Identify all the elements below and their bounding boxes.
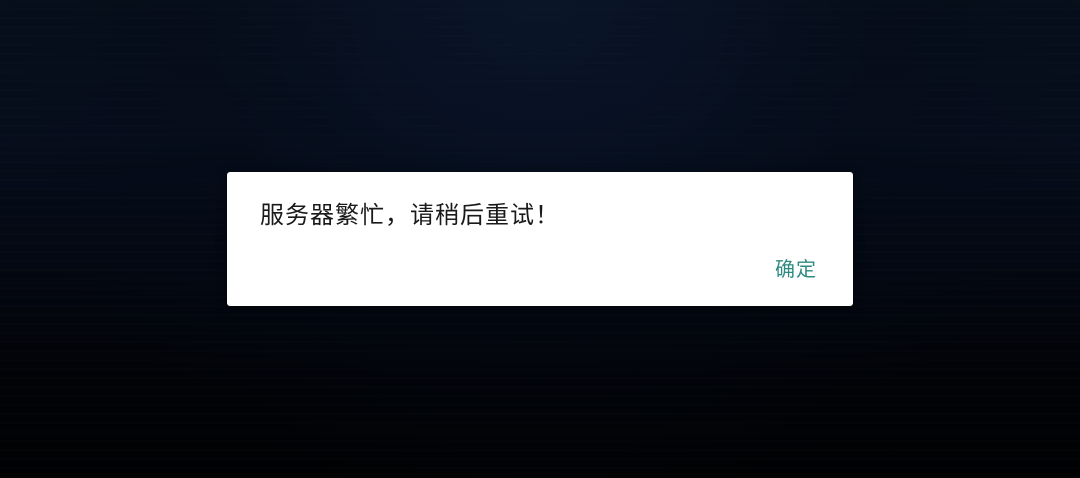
dialog-message: 服务器繁忙，请稍后重试！: [260, 201, 560, 229]
confirm-button[interactable]: 确定: [773, 256, 819, 282]
alert-dialog: 服务器繁忙，请稍后重试！ 确定: [227, 172, 853, 306]
